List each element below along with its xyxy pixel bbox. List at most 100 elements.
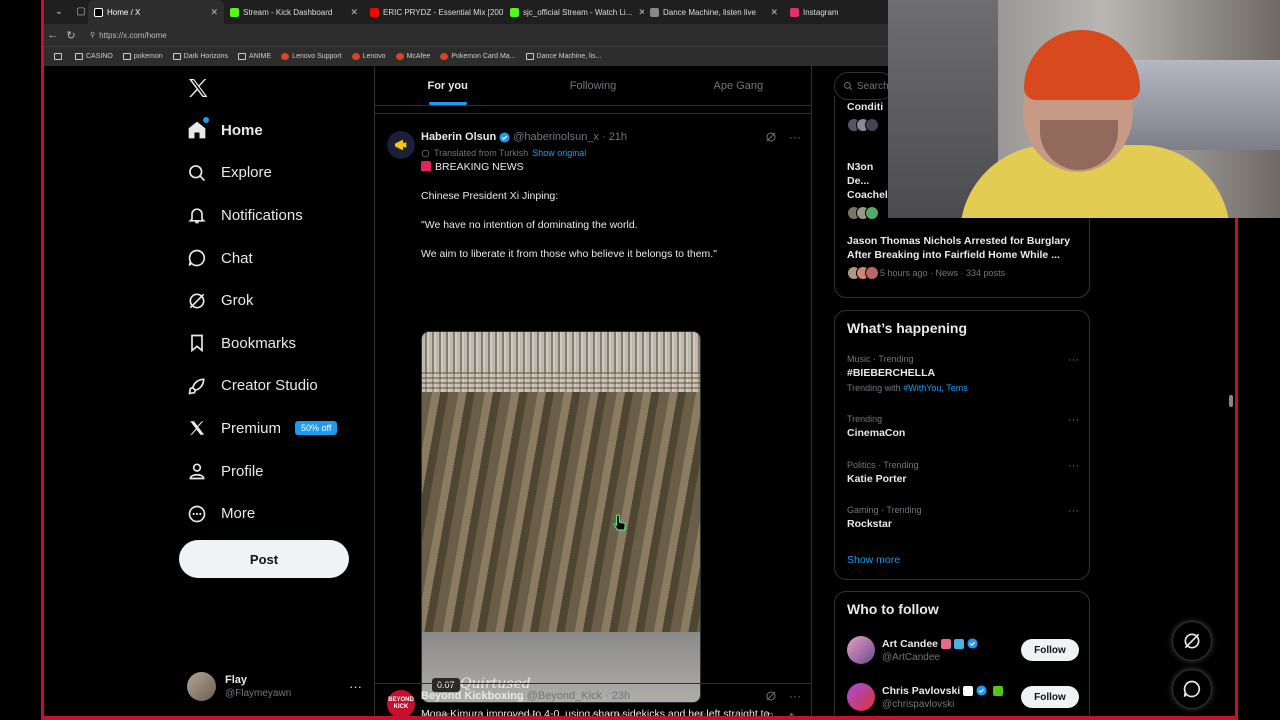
trend-item[interactable]: Trending CinemaCon ··· [847, 414, 1079, 439]
more-icon[interactable]: ··· [1068, 414, 1079, 426]
tab-ape-gang[interactable]: Ape Gang [666, 66, 811, 105]
siren-icon [421, 161, 431, 171]
bookmark-item[interactable]: Pokemon Card Ma... [440, 53, 516, 60]
browser-tab[interactable]: Home / X ✕ [88, 0, 224, 24]
show-original-link[interactable]: Show original [532, 148, 586, 158]
bookmark-item[interactable]: Lenovo Support [281, 53, 342, 60]
scrollbar[interactable] [1229, 395, 1233, 407]
trend-item[interactable]: Politics · Trending Katie Porter ··· [847, 460, 1079, 485]
author-handle[interactable]: @haberinolsun_x [513, 131, 599, 143]
sidebar-item-premium[interactable]: Premium 50% off [186, 407, 338, 450]
notification-dot [203, 117, 209, 124]
x-logo-icon[interactable] [186, 76, 210, 100]
sidebar-item-chat[interactable]: Chat [186, 237, 337, 280]
bookmark-item[interactable]: Dark Horizons [172, 53, 228, 60]
sidebar-item-creator-studio[interactable]: Creator Studio [186, 365, 337, 408]
sidebar-item-bookmarks[interactable]: Bookmarks [186, 322, 337, 365]
bookmark-item[interactable]: Dance Machine, lis... [525, 53, 602, 60]
megaphone-icon [395, 139, 407, 151]
more-icon[interactable]: ··· [1068, 460, 1079, 472]
follow-button[interactable]: Follow [1021, 686, 1079, 708]
grok-icon[interactable] [765, 131, 777, 143]
browser-tab[interactable]: Dance Machine, listen live ✕ [644, 0, 784, 24]
bookmark-item[interactable]: CASINO [75, 53, 113, 60]
tab-menu-icon[interactable]: ⌄ [52, 5, 66, 19]
follow-button[interactable]: Follow [1021, 639, 1079, 661]
rumble-icon [993, 685, 1004, 696]
folder-icon [54, 53, 62, 60]
video-player[interactable]: 0:07 Quirtused [421, 331, 701, 703]
popcorn-icon [941, 638, 952, 649]
more-icon[interactable]: ··· [789, 689, 801, 703]
more-icon[interactable]: ··· [1068, 354, 1079, 366]
sidebar-item-home[interactable]: Home [186, 109, 337, 152]
bookmark-icon [186, 332, 208, 354]
avatar-stack [847, 206, 879, 220]
bookmark-item[interactable]: ANIME [238, 53, 271, 60]
avatar [847, 683, 875, 711]
instagram-favicon-icon [790, 7, 799, 17]
reload-icon[interactable]: ↻ [62, 29, 80, 42]
trend-item[interactable]: Music · Trending #BIEBERCHELLA Trending … [847, 354, 1079, 393]
chat-floating-button[interactable] [1172, 669, 1212, 709]
url-field[interactable]: ⚲ https://x.com/home [86, 27, 890, 43]
tab-following[interactable]: Following [520, 66, 665, 105]
avatar[interactable] [387, 131, 415, 159]
browser-tab[interactable]: Stream - Kick Dashboard ✕ [224, 0, 364, 24]
author-name[interactable]: Beyond Kickboxing [421, 690, 524, 702]
bookmark-item[interactable] [54, 53, 65, 60]
tweet-text: BREAKING NEWS Chinese President Xi Jinpi… [421, 161, 717, 260]
author-name[interactable]: Haberin Olsun [421, 131, 496, 143]
more-icon[interactable]: ··· [1068, 505, 1079, 517]
stream-frame-border [41, 716, 1238, 720]
site-info-icon[interactable]: ⚲ [90, 31, 95, 39]
browser-tab[interactable]: sjc_official Stream - Watch Li... ✕ [504, 0, 644, 24]
tweet-body: Haberin Olsun @haberinolsun_x · 21h ··· … [421, 130, 801, 261]
sidebar-item-notifications[interactable]: Notifications [186, 194, 337, 237]
show-more-link[interactable]: Show more [847, 554, 900, 566]
bookmarks-bar: CASINO pokemon Dark Horizons ANIME Lenov… [44, 46, 890, 66]
who-to-follow-title: Who to follow [847, 601, 939, 617]
back-icon[interactable]: ← [44, 29, 62, 41]
trend-item[interactable]: Gaming · Trending Rockstar ··· [847, 505, 1079, 530]
cup-icon [954, 638, 965, 649]
post-button[interactable]: Post [179, 540, 349, 578]
grok-icon[interactable] [765, 690, 777, 702]
close-icon[interactable]: ✕ [764, 7, 778, 18]
divider [375, 683, 811, 684]
follow-suggestion[interactable]: Chris Pavlovski @chrispavlovski Follow [847, 681, 1079, 713]
bookmark-item[interactable]: pokemon [122, 53, 163, 60]
avatar-stack [847, 118, 879, 132]
close-icon[interactable]: ✕ [344, 7, 358, 18]
home-icon [186, 117, 209, 141]
x-icon [186, 417, 208, 439]
folder-icon [75, 53, 83, 60]
tweet-time[interactable]: · 23h [605, 690, 630, 702]
bookmark-item[interactable]: Lenovo [351, 53, 386, 60]
sidebar-item-profile[interactable]: Profile [186, 450, 337, 493]
browser-tab[interactable]: Instagram [784, 0, 874, 24]
author-handle[interactable]: @Beyond_Kick [527, 690, 602, 702]
tab-for-you[interactable]: For you [375, 66, 520, 105]
avatar-stack [847, 266, 879, 280]
tab-groups-icon[interactable]: ▢ [74, 5, 88, 19]
news-item[interactable]: N3on De... Coachel [847, 160, 888, 220]
account-switcher[interactable]: Flay @Flaymeyawn ··· [187, 670, 362, 702]
stream-frame-border [1235, 218, 1238, 720]
sidebar-item-explore[interactable]: Explore [186, 152, 337, 195]
sidebar-item-grok[interactable]: Grok [186, 279, 337, 322]
more-icon[interactable]: ··· [349, 679, 362, 694]
bookmark-item[interactable]: McAfee [395, 53, 430, 60]
divider [375, 113, 811, 114]
avatar[interactable]: BEYOND KICK [387, 690, 415, 718]
more-icon[interactable]: ··· [789, 130, 801, 144]
browser-tab[interactable]: ERIC PRYDZ - Essential Mix [2007] ✕ [364, 0, 504, 24]
close-icon[interactable]: ✕ [632, 7, 644, 18]
follow-suggestion[interactable]: Art Candee @ArtCandee Follow [847, 634, 1079, 666]
tweet-time[interactable]: · 21h [602, 131, 627, 143]
grok-floating-button[interactable] [1172, 621, 1212, 661]
sidebar-item-more[interactable]: More [186, 492, 337, 535]
news-item[interactable]: Jason Thomas Nichols Arrested for Burgla… [847, 234, 1083, 280]
close-icon[interactable]: ✕ [204, 7, 218, 18]
trending-card: What’s happening Music · Trending #BIEBE… [834, 310, 1090, 580]
